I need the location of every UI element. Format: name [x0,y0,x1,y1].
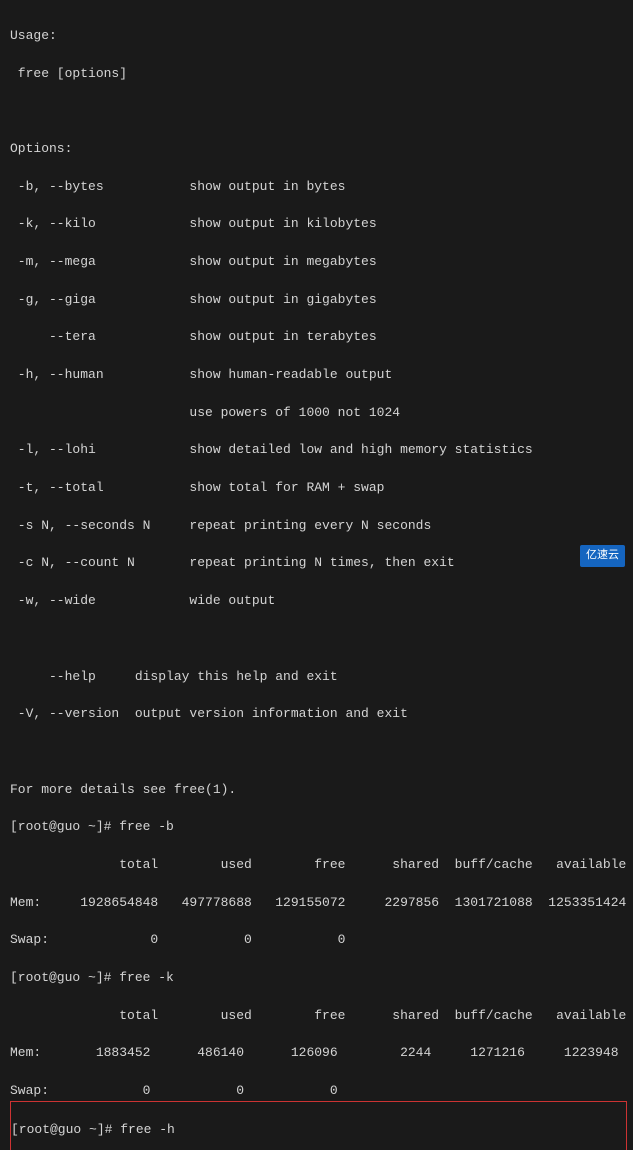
opt-version: -V, --version output version information… [10,706,408,721]
free-k-mem: Mem: 1883452 486140 126096 2244 1271216 … [10,1045,619,1060]
opt-kilo: -k, --kilo show output in kilobytes [10,216,377,231]
blank-1 [10,103,18,118]
opt-mega: -m, --mega show output in megabytes [10,254,377,269]
details-link: For more details see free(1). [10,782,236,797]
opt-human: -h, --human show human-readable output [10,367,392,382]
free-b-mem: Mem: 1928654848 497778688 129155072 2297… [10,895,626,910]
highlighted-content: [root@guo ~]# free -h total used free sh… [11,1102,626,1150]
highlighted-free-h-block: [root@guo ~]# free -h total used free sh… [10,1101,627,1150]
prompt-free-k: [root@guo ~]# free -k [10,970,174,985]
free-b-swap: Swap: 0 0 0 [10,932,345,947]
opt-giga: -g, --giga show output in gigabytes [10,292,377,307]
options-header: Options: [10,141,72,156]
free-b-header: total used free shared buff/cache availa… [10,857,626,872]
opt-total: -t, --total show total for RAM + swap [10,480,384,495]
blank-3 [10,744,18,759]
free-k-swap: Swap: 0 0 0 [10,1083,338,1098]
free-k-header: total used free shared buff/cache availa… [10,1008,626,1023]
opt-tera: --tera show output in terabytes [10,329,377,344]
blank-2 [10,631,18,646]
opt-seconds: -s N, --seconds N repeat printing every … [10,518,431,533]
opt-1000: use powers of 1000 not 1024 [10,405,400,420]
opt-help: --help display this help and exit [10,669,338,684]
prompt-free-b: [root@guo ~]# free -b [10,819,174,834]
usage-command: free [options] [10,66,127,81]
watermark-badge: 亿速云 [580,545,625,567]
usage-section: Usage: [10,28,57,43]
prompt-free-h: [root@guo ~]# free -h [11,1122,175,1137]
opt-bytes: -b, --bytes show output in bytes [10,179,345,194]
opt-count: -c N, --count N repeat printing N times,… [10,555,455,570]
opt-wide: -w, --wide wide output [10,593,275,608]
opt-lohi: -l, --lohi show detailed low and high me… [10,442,533,457]
terminal-output: Usage: free [options] Options: -b, --byt… [10,8,623,1101]
